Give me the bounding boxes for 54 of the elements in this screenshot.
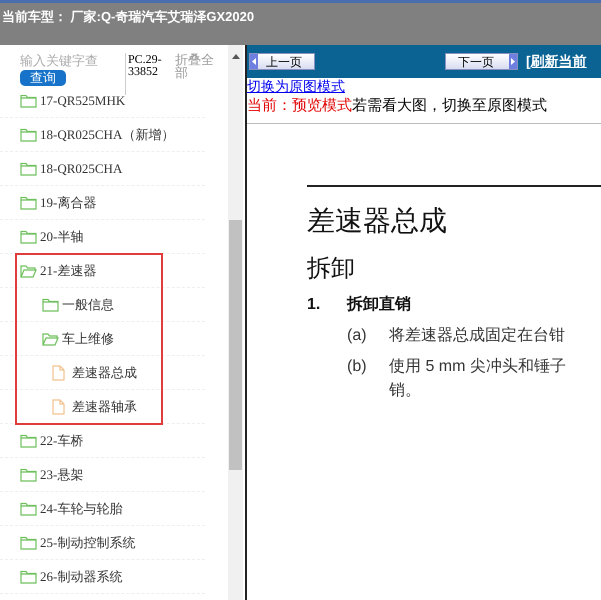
tree-item[interactable]: 18-QR025CHA: [0, 152, 205, 186]
tree-item-label: 20-半轴: [40, 228, 84, 246]
part-code: PC.29-33852: [125, 53, 175, 95]
section-heading: 拆卸: [307, 255, 356, 283]
tree-item[interactable]: 25-制动控制系统: [0, 526, 205, 560]
tree-item-label: 一般信息: [62, 296, 114, 314]
mode-hint: 若需看大图，切换至原图模式: [352, 96, 547, 116]
tree-item[interactable]: 24-车轮与轮胎: [0, 492, 205, 526]
tree-item[interactable]: 17-QR525MHK: [0, 95, 205, 118]
tree-item-label: 22-车桥: [40, 432, 84, 450]
tree-item-label: 21-差速器: [40, 262, 96, 280]
substep-text: 使用 5 mm 尖冲头和锤子: [389, 356, 566, 377]
document-icon: [52, 364, 65, 380]
document-icon: [52, 398, 65, 414]
current-mode-label: 当前：预览模式: [247, 96, 352, 116]
tree-item[interactable]: 19-离合器: [0, 186, 205, 220]
vehicle-title: 当前车型： 厂家:Q-奇瑞汽车艾瑞泽GX2020: [1, 8, 256, 26]
previous-page-button[interactable]: 上一页: [249, 53, 315, 70]
tree-item-label: 23-悬架: [40, 466, 84, 484]
step-title: 拆卸直销: [347, 294, 411, 315]
tree-item-label: 差速器轴承: [72, 398, 137, 416]
switch-mode-link[interactable]: 切换为原图模式: [247, 78, 345, 94]
tree-item[interactable]: 一般信息: [0, 288, 205, 322]
tree-item-label: 25-制动控制系统: [40, 534, 136, 552]
step-number: 1.: [307, 295, 322, 315]
tree-item[interactable]: 26-制动器系统: [0, 560, 205, 594]
tree-item[interactable]: 差速器总成: [0, 356, 205, 390]
tree-item-label: 18-QR025CHA: [40, 160, 122, 178]
document-title: 差速器总成: [307, 205, 448, 237]
tree-item[interactable]: 车上维修: [0, 322, 205, 356]
substep-text: 销。: [389, 381, 422, 401]
tree-item[interactable]: 18-QR025CHA（新增）: [0, 118, 205, 152]
search-field[interactable]: 输入关键字查: [20, 53, 120, 69]
tree-item-label: 18-QR025CHA（新增）: [40, 126, 174, 144]
scroll-up-icon[interactable]: [232, 54, 240, 59]
substep-text: 将差速器总成固定在台钳: [389, 326, 565, 346]
tree-item-label: 车上维修: [62, 330, 114, 348]
tree-item[interactable]: 23-悬架: [0, 458, 205, 492]
tree-item[interactable]: 22-车桥: [0, 424, 205, 458]
search-button[interactable]: 查询: [20, 70, 66, 86]
substep-label: (b): [347, 357, 368, 377]
tree-item[interactable]: 差速器轴承: [0, 390, 205, 424]
tree-item-label: 24-车轮与轮胎: [40, 500, 122, 518]
substep-label: (a): [347, 326, 368, 346]
tree-item[interactable]: 20-半轴: [0, 220, 205, 254]
next-page-button[interactable]: 下一页: [445, 53, 518, 70]
tree-item-label: 差速器总成: [72, 364, 137, 382]
scrollbar[interactable]: [228, 45, 243, 600]
scrollbar-thumb[interactable]: [229, 220, 242, 470]
refresh-page-link[interactable]: [刷新当前: [526, 51, 587, 72]
tree-item-label: 26-制动器系统: [40, 568, 122, 586]
tree-item-label: 17-QR525MHK: [40, 95, 126, 110]
tree-item-label: 19-离合器: [40, 194, 96, 212]
tree-item[interactable]: 21-差速器: [0, 254, 205, 288]
